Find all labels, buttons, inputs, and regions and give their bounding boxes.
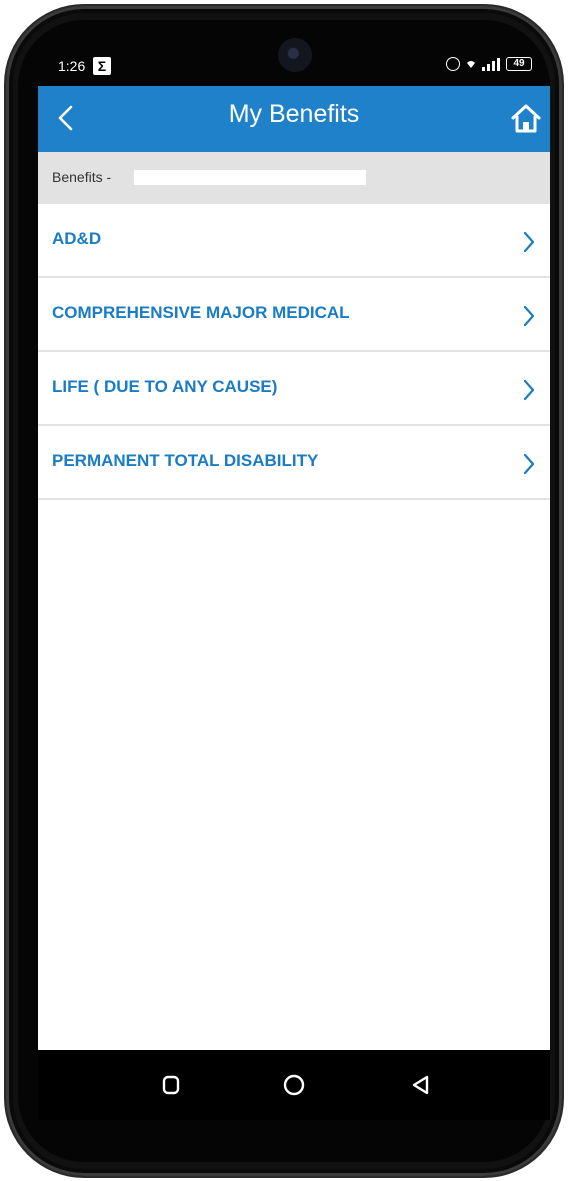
benefit-item-life[interactable]: LIFE ( DUE TO ANY CAUSE)	[38, 352, 550, 426]
battery-icon: 49	[506, 57, 532, 71]
status-icons: 49	[446, 57, 532, 71]
app-bar: My Benefits	[38, 86, 550, 152]
app-screen: My Benefits Benefits - AD&D COMPREHENSIV…	[38, 86, 550, 1050]
sigma-icon: Σ	[93, 57, 111, 75]
benefit-item-permanent-total-disability[interactable]: PERMANENT TOTAL DISABILITY	[38, 426, 550, 500]
recents-square-icon	[162, 1075, 180, 1095]
benefit-item-label: AD&D	[52, 229, 102, 248]
status-time: 1:26	[58, 58, 86, 74]
benefit-item-label: COMPREHENSIVE MAJOR MEDICAL	[52, 303, 350, 322]
benefit-item-add[interactable]: AD&D	[38, 204, 550, 278]
home-nav-button[interactable]	[279, 1070, 309, 1100]
home-button[interactable]	[508, 101, 544, 137]
home-icon	[511, 104, 541, 133]
back-nav-button[interactable]	[406, 1070, 436, 1100]
back-triangle-icon	[412, 1075, 429, 1095]
recents-button[interactable]	[156, 1070, 186, 1100]
benefit-item-comprehensive-major-medical[interactable]: COMPREHENSIVE MAJOR MEDICAL	[38, 278, 550, 352]
signal-icon	[482, 57, 500, 71]
chevron-right-icon	[523, 379, 535, 401]
alarm-icon	[446, 57, 460, 71]
chevron-right-icon	[523, 305, 535, 327]
benefits-label: Benefits -	[52, 169, 112, 185]
chevron-right-icon	[523, 453, 535, 475]
benefits-sub-header: Benefits -	[38, 152, 550, 204]
system-nav-bar	[38, 1050, 550, 1120]
page-title: My Benefits	[228, 100, 360, 128]
benefit-item-label: LIFE ( DUE TO ANY CAUSE)	[52, 377, 278, 396]
wifi-icon	[466, 59, 476, 69]
benefit-item-label: PERMANENT TOTAL DISABILITY	[52, 451, 319, 470]
home-circle-icon	[283, 1074, 305, 1096]
redacted-member-name	[134, 170, 366, 185]
benefits-list: AD&D COMPREHENSIVE MAJOR MEDICAL LIFE ( …	[38, 204, 550, 500]
status-bar: 1:26 Σ 49	[38, 48, 550, 86]
chevron-right-icon	[523, 231, 535, 253]
